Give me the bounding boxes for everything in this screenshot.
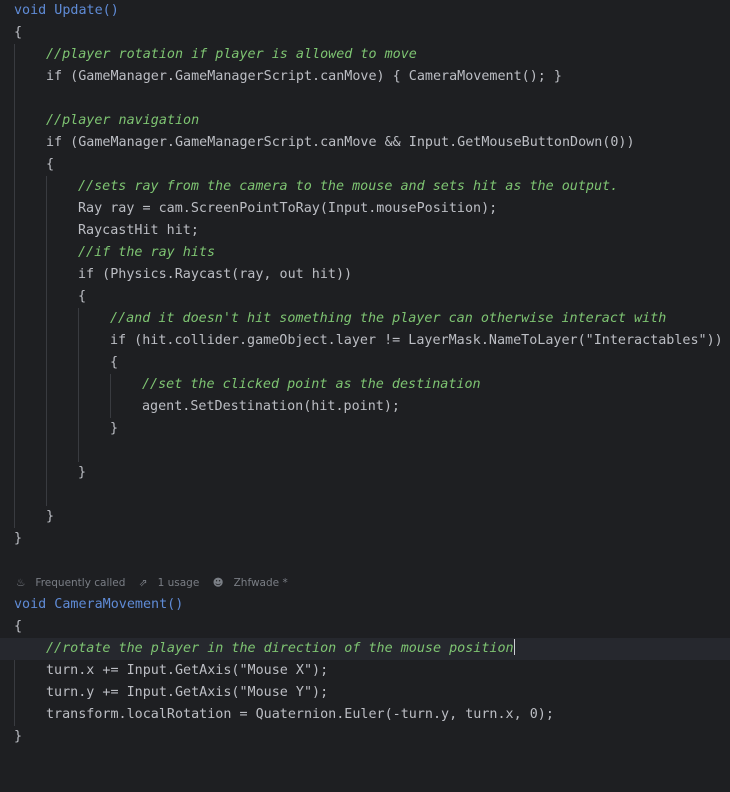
code-text: { bbox=[110, 355, 119, 370]
frequently-called-label: Frequently called bbox=[35, 577, 126, 589]
code-line[interactable]: if (hit.collider.gameObject.layer != Lay… bbox=[0, 330, 730, 352]
code-line[interactable]: //player navigation bbox=[0, 110, 730, 132]
code-text: if (Physics.Raycast(ray, out hit)) bbox=[78, 267, 353, 282]
code-line[interactable]: void CameraMovement() bbox=[0, 594, 730, 616]
code-text: } bbox=[14, 531, 23, 546]
code-line[interactable]: RaycastHit hit; bbox=[0, 220, 730, 242]
current-code-line[interactable]: //rotate the player in the direction of … bbox=[0, 638, 730, 660]
code-text: } bbox=[46, 509, 55, 524]
code-text: { bbox=[14, 25, 23, 40]
code-line[interactable]: agent.SetDestination(hit.point); bbox=[0, 396, 730, 418]
code-line[interactable]: if (Physics.Raycast(ray, out hit)) bbox=[0, 264, 730, 286]
code-comment: //player rotation if player is allowed t… bbox=[46, 47, 417, 62]
code-line[interactable] bbox=[0, 88, 730, 110]
code-line[interactable]: turn.x += Input.GetAxis("Mouse X"); bbox=[0, 660, 730, 682]
code-comment: //player navigation bbox=[46, 113, 200, 128]
code-line[interactable]: } bbox=[0, 506, 730, 528]
text-caret bbox=[513, 639, 516, 655]
code-comment: //set the clicked point as the destinati… bbox=[142, 377, 481, 392]
code-line[interactable]: { bbox=[0, 154, 730, 176]
code-comment: //if the ray hits bbox=[78, 245, 216, 260]
code-text: if (GameManager.GameManagerScript.canMov… bbox=[46, 69, 562, 84]
code-text: } bbox=[14, 729, 23, 744]
code-line[interactable]: } bbox=[0, 726, 730, 748]
code-text: turn.x += Input.GetAxis("Mouse X"); bbox=[46, 663, 329, 678]
code-comment: //sets ray from the camera to the mouse … bbox=[78, 179, 619, 194]
code-text: turn.y += Input.GetAxis("Mouse Y"); bbox=[46, 685, 329, 700]
code-line[interactable]: } bbox=[0, 462, 730, 484]
code-line[interactable]: turn.y += Input.GetAxis("Mouse Y"); bbox=[0, 682, 730, 704]
usages-arrow-icon[interactable]: ⇗ bbox=[139, 577, 148, 589]
code-text: void CameraMovement() bbox=[14, 597, 184, 612]
code-line[interactable]: //if the ray hits bbox=[0, 242, 730, 264]
code-text: { bbox=[14, 619, 23, 634]
code-text: void Update() bbox=[14, 3, 119, 18]
code-line[interactable]: } bbox=[0, 418, 730, 440]
code-line[interactable]: if (GameManager.GameManagerScript.canMov… bbox=[0, 132, 730, 154]
code-line[interactable]: void Update() bbox=[0, 0, 730, 22]
flame-icon: ♨ bbox=[16, 577, 26, 589]
code-line[interactable]: transform.localRotation = Quaternion.Eul… bbox=[0, 704, 730, 726]
code-comment: //rotate the player in the direction of … bbox=[46, 641, 514, 656]
code-text: Ray ray = cam.ScreenPointToRay(Input.mou… bbox=[78, 201, 498, 216]
code-text: } bbox=[110, 421, 119, 436]
code-text: transform.localRotation = Quaternion.Eul… bbox=[46, 707, 554, 722]
code-line[interactable]: { bbox=[0, 616, 730, 638]
code-vision-hint[interactable]: ♨ Frequently called ⇗ 1 usage ☻ Zhfwade * bbox=[16, 574, 298, 592]
code-text: { bbox=[78, 289, 87, 304]
code-text: RaycastHit hit; bbox=[78, 223, 199, 238]
person-icon: ☻ bbox=[212, 577, 224, 589]
code-line[interactable]: //player rotation if player is allowed t… bbox=[0, 44, 730, 66]
code-text: if (hit.collider.gameObject.layer != Lay… bbox=[110, 333, 723, 348]
code-line[interactable]: if (GameManager.GameManagerScript.canMov… bbox=[0, 66, 730, 88]
code-line[interactable]: { bbox=[0, 352, 730, 374]
code-text: agent.SetDestination(hit.point); bbox=[142, 399, 400, 414]
code-line[interactable]: //and it doesn't hit something the playe… bbox=[0, 308, 730, 330]
code-line[interactable]: } bbox=[0, 528, 730, 550]
code-comment: //and it doesn't hit something the playe… bbox=[110, 311, 667, 326]
author-label: Zhfwade * bbox=[233, 577, 288, 589]
code-text: { bbox=[46, 157, 55, 172]
code-line[interactable]: //sets ray from the camera to the mouse … bbox=[0, 176, 730, 198]
code-editor[interactable]: void Update() { //player rotation if pla… bbox=[0, 0, 730, 749]
code-text: if (GameManager.GameManagerScript.canMov… bbox=[46, 135, 635, 150]
code-line[interactable]: Ray ray = cam.ScreenPointToRay(Input.mou… bbox=[0, 198, 730, 220]
code-line[interactable]: { bbox=[0, 286, 730, 308]
code-text: } bbox=[78, 465, 87, 480]
usages-link[interactable]: 1 usage bbox=[158, 577, 200, 589]
code-line[interactable]: { bbox=[0, 22, 730, 44]
code-line[interactable]: //set the clicked point as the destinati… bbox=[0, 374, 730, 396]
